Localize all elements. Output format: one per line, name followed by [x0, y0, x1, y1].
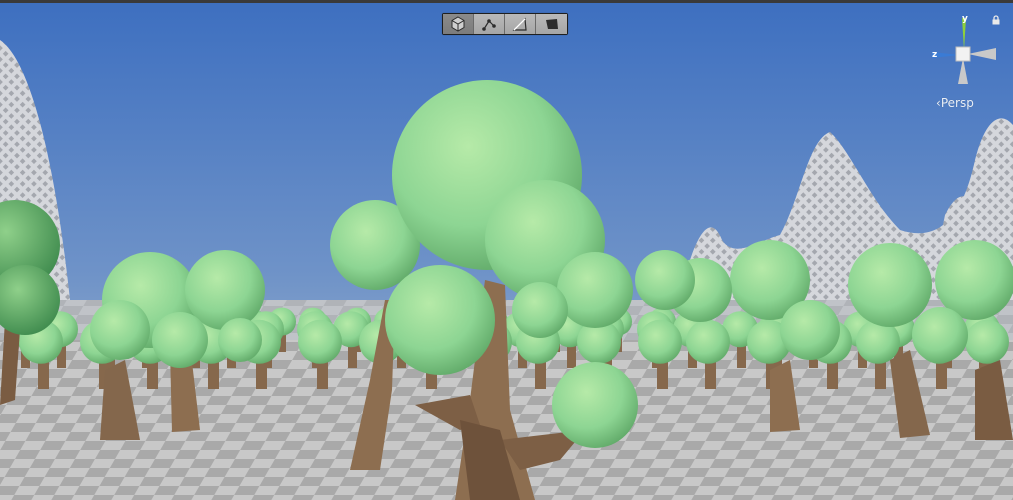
projection-toggle[interactable]: ‹Persp [936, 96, 974, 110]
bg-tree-canopy [686, 319, 730, 364]
x-axis-cone[interactable] [968, 48, 996, 60]
z-axis-label: z [932, 50, 938, 60]
scene-render [0, 0, 1013, 500]
triangle-edge-icon [512, 17, 527, 31]
edit-mode-toolbar [442, 13, 568, 35]
vertex-edge-icon [482, 19, 496, 31]
face-icon [545, 19, 558, 29]
scene-viewport[interactable]: y z ‹Persp [0, 0, 1013, 500]
window-top-border [0, 0, 1013, 3]
bg-tree-canopy [965, 319, 1009, 364]
bg-tree-canopy [638, 319, 682, 364]
edge-mode-button[interactable] [505, 14, 536, 34]
bg-tree-canopy [298, 319, 342, 364]
y-axis-label: y [962, 14, 968, 24]
gizmo-center-cube[interactable] [955, 46, 971, 62]
vertex-mode-button[interactable] [474, 14, 505, 34]
neg-y-axis-cone[interactable] [958, 58, 968, 84]
cube-icon [451, 16, 465, 32]
lock-icon[interactable] [991, 15, 1001, 25]
object-mode-button[interactable] [443, 14, 474, 34]
face-mode-button[interactable] [536, 14, 567, 34]
projection-label: Persp [940, 96, 974, 110]
